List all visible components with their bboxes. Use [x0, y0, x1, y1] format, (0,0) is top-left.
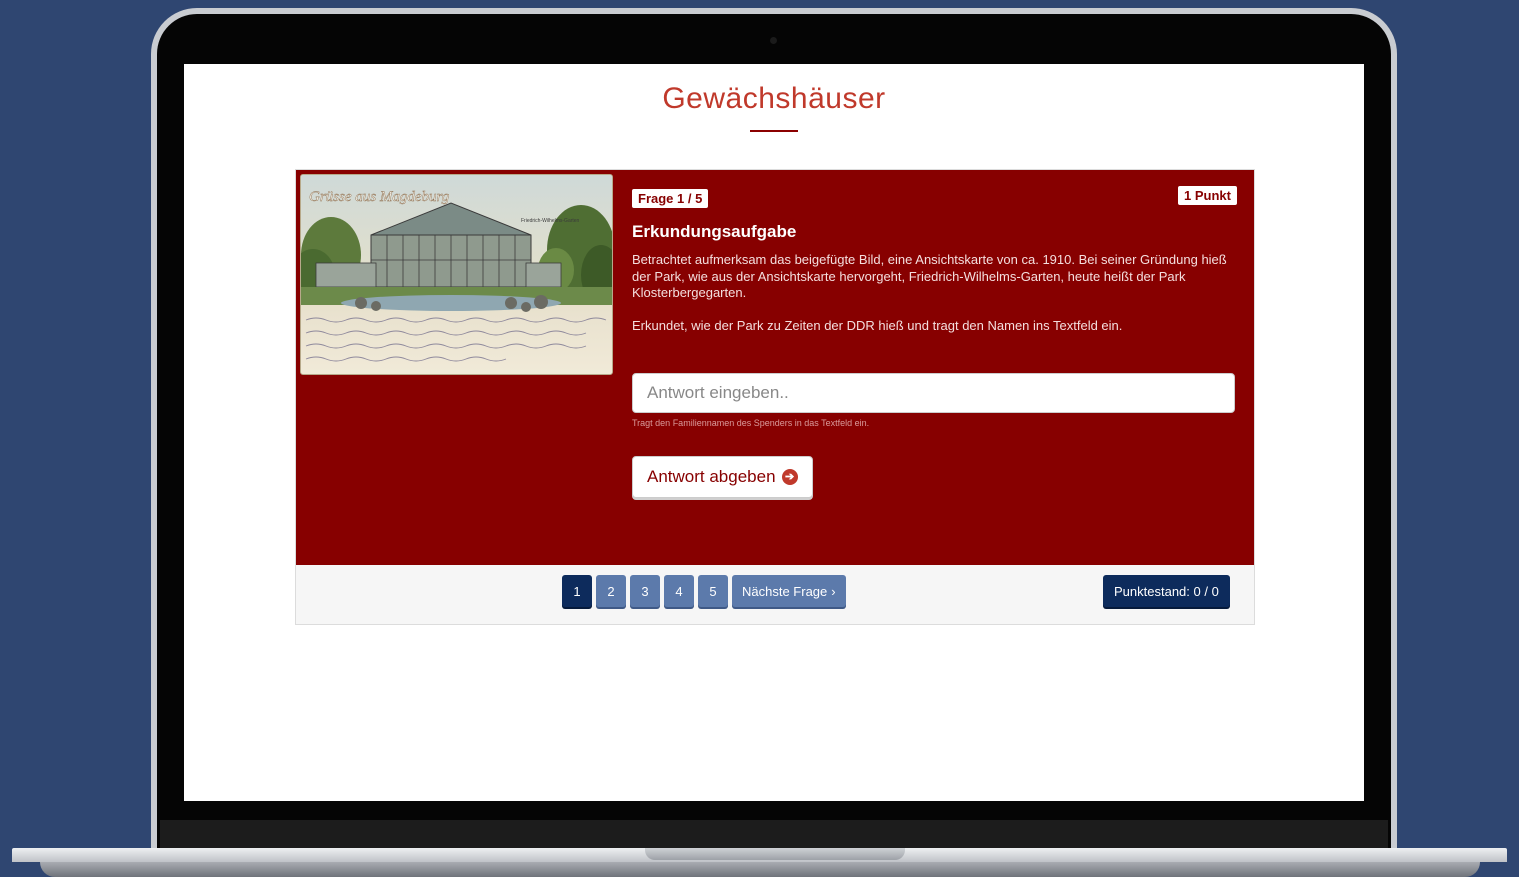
postcard-subcaption: Friedrich-Wilhelms-Garten: [521, 218, 580, 224]
score-button[interactable]: Punktestand: 0 / 0: [1103, 575, 1230, 607]
page-button-5[interactable]: 5: [698, 575, 728, 607]
question-counter-badge: Frage 1 / 5: [632, 189, 709, 208]
question-card-body: Grüsse aus Magdeburg Friedrich-Wilhelms-…: [296, 170, 1254, 565]
next-question-label: Nächste Frage: [742, 583, 828, 599]
page-title: Gewächshäuser: [662, 82, 886, 115]
points-badge: 1 Punkt: [1178, 186, 1237, 205]
arrow-circle-right-icon: ➔: [781, 469, 798, 485]
title-divider: [750, 130, 798, 132]
page-button-3[interactable]: 3: [630, 575, 660, 607]
task-description: Betrachtet aufmerksam das beigefügte Bil…: [632, 252, 1227, 300]
camera-icon: [770, 37, 777, 44]
next-question-button[interactable]: Nächste Frage ›: [732, 575, 846, 607]
postcard-caption: Grüsse aus Magdeburg: [309, 189, 450, 205]
page-button-2[interactable]: 2: [596, 575, 626, 607]
postcard-greenhouse-icon: Grüsse aus Magdeburg Friedrich-Wilhelms-…: [301, 175, 612, 362]
submit-answer-button[interactable]: Antwort abgeben ➔: [632, 456, 813, 498]
postcard-image: Grüsse aus Magdeburg Friedrich-Wilhelms-…: [300, 174, 613, 375]
page-button-1[interactable]: 1: [562, 575, 592, 607]
answer-help-text: Tragt den Familiennamen des Spenders in …: [632, 418, 870, 428]
task-title: Erkundungsaufgabe: [632, 222, 797, 241]
question-card: Grüsse aus Magdeburg Friedrich-Wilhelms-…: [295, 169, 1255, 625]
screen: Gewächshäuser Grüsse aus Magdeburg Fried…: [184, 64, 1364, 801]
task-instruction: Erkundet, wie der Park zu Zeiten der DDR…: [632, 318, 1123, 333]
laptop-base-bottom: [40, 862, 1480, 877]
laptop-bezel-bottom: [160, 820, 1388, 850]
question-pagination: 1 2 3 4 5 Nächste Frage ›: [562, 575, 846, 607]
answer-input[interactable]: [632, 373, 1235, 413]
page-button-4[interactable]: 4: [664, 575, 694, 607]
chevron-right-icon: ›: [831, 583, 836, 599]
submit-answer-label: Antwort abgeben: [647, 467, 776, 486]
laptop-notch: [645, 848, 905, 860]
